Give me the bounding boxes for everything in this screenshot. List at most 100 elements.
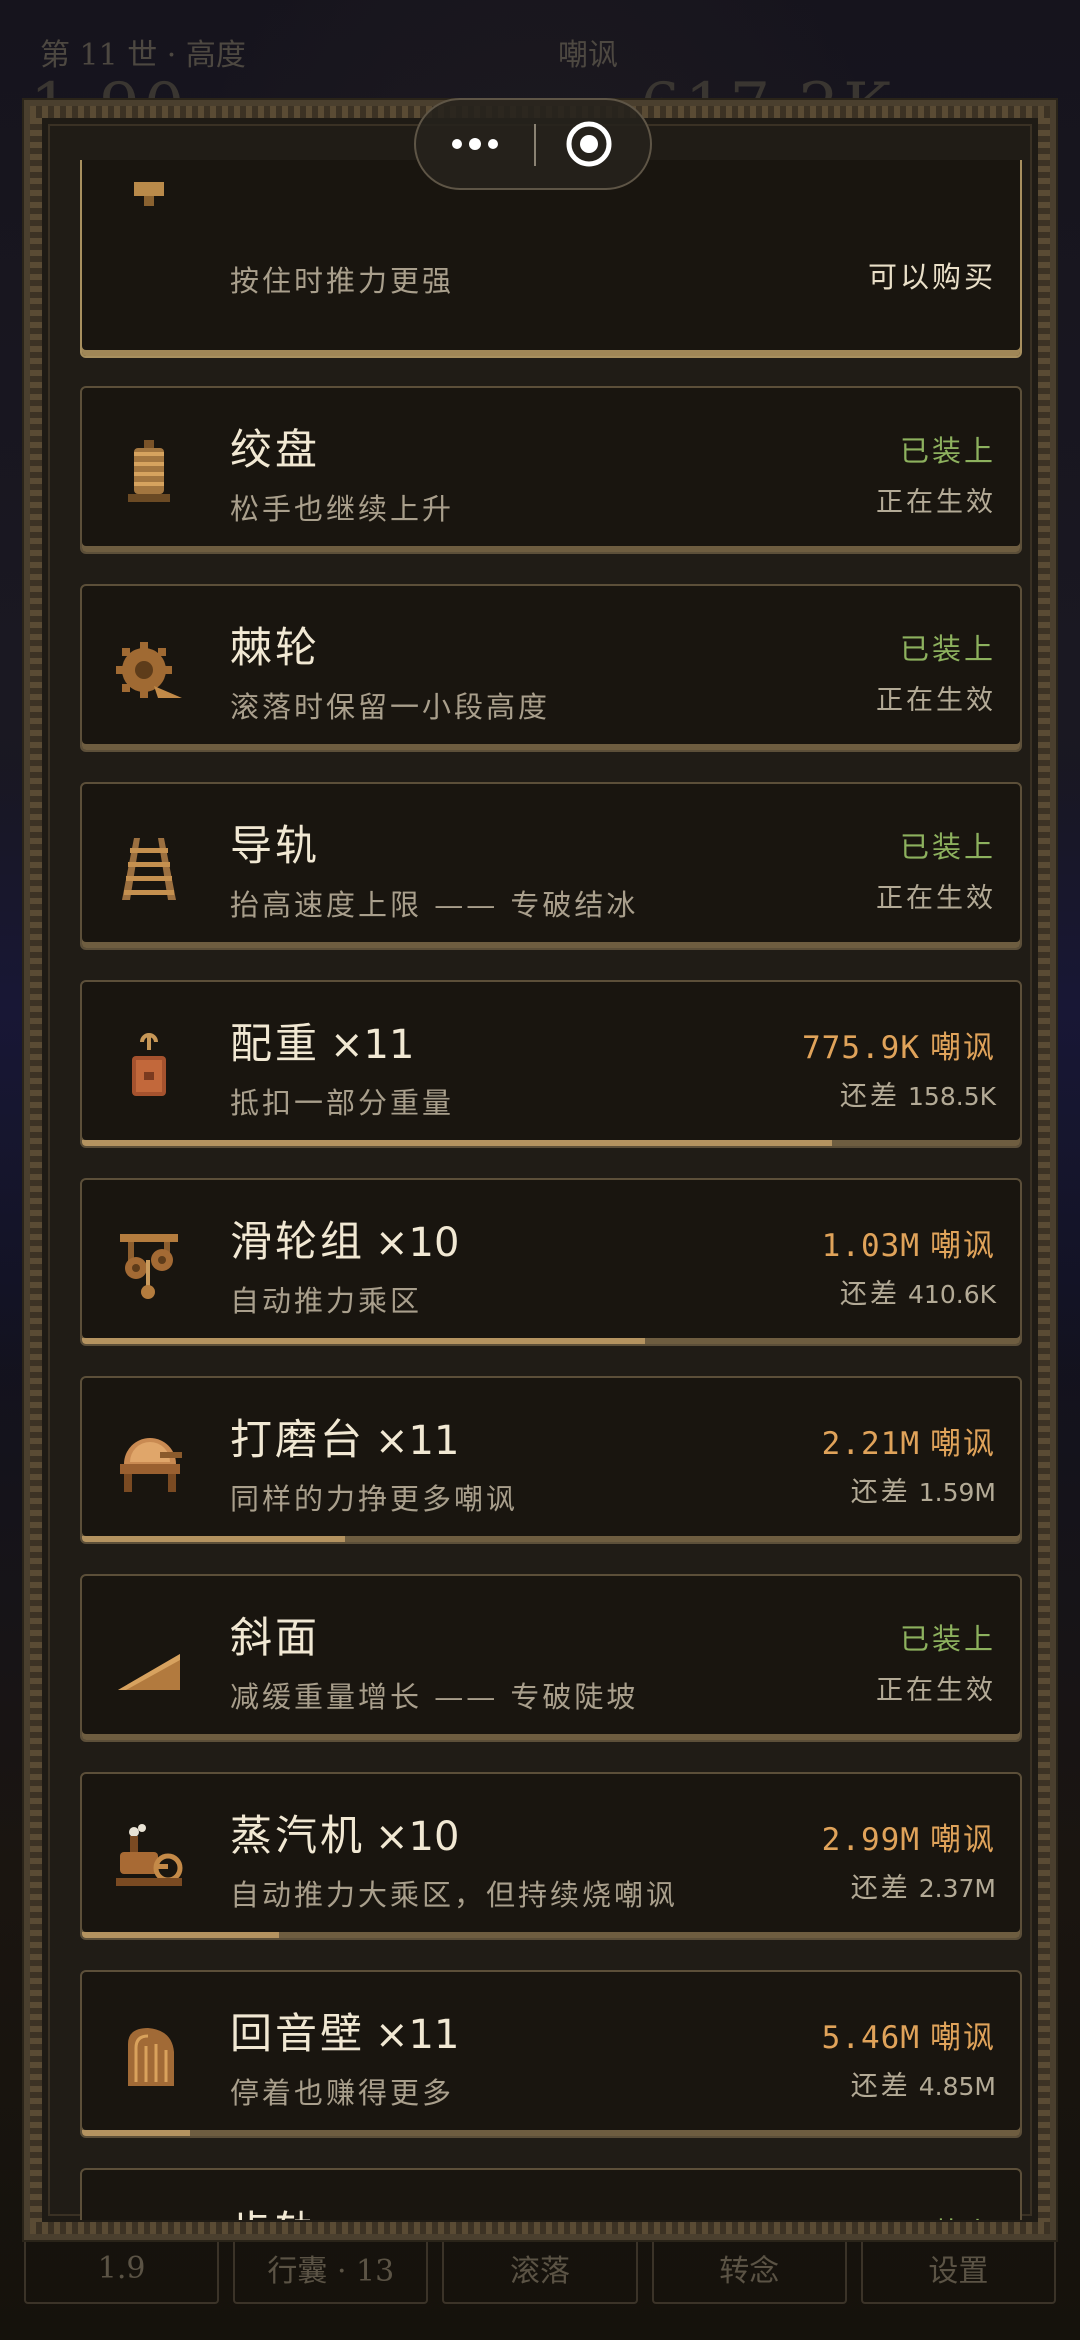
upgrade-title: 绞盘	[230, 416, 320, 477]
equipped-status: 已装上	[899, 434, 996, 468]
upgrade-desc: 滚落时保留一小段高度	[230, 690, 551, 724]
shortfall: 还差 1.59M	[851, 1470, 996, 1509]
upgrade-name: 配重	[230, 1019, 321, 1068]
price-unit: 嘲讽	[930, 1228, 996, 1264]
upgrade-title: 齿轨	[230, 2198, 320, 2220]
upgrade-desc: 减缓重量增长 —— 专破陡坡	[230, 1680, 639, 1714]
upgrade-card[interactable]: 滑轮组 ×10 自动推力乘区 1.03M 嘲讽还差 410.6K	[80, 1178, 1022, 1346]
upgrade-desc: 停着也赚得更多	[230, 2076, 455, 2110]
upgrade-desc: 抵扣一部分重量	[230, 1086, 455, 1120]
steam-engine-icon	[116, 1824, 183, 1886]
shortfall-label: 还差	[840, 1081, 901, 1112]
effect-status: 正在生效	[876, 883, 996, 914]
upgrade-count: ×11	[375, 2012, 460, 2058]
upgrade-name: 回音壁	[230, 2009, 366, 2058]
upgrade-title: 斜面	[230, 1604, 320, 1665]
price-unit: 嘲讽	[930, 1030, 996, 1066]
price-unit: 嘲讽	[930, 2020, 996, 2056]
equipped-status: 已装上	[900, 2210, 996, 2220]
price-value: 5.46M	[821, 2020, 920, 2056]
upgrade-title: 蒸汽机 ×10	[230, 1802, 459, 1863]
upgrade-card[interactable]: 棘轮滚落时保留一小段高度 已装上正在生效	[80, 584, 1022, 752]
upgrade-price: 1.03M 嘲讽	[822, 1220, 996, 1265]
shortfall: 还差 4.85M	[851, 2064, 996, 2103]
background-hud: 第 11 世 · 高度 嘲讽	[40, 30, 1040, 74]
upgrade-title: 打磨台 ×11	[230, 1406, 459, 1467]
progress-bar	[82, 1140, 833, 1146]
shortfall-value: 2.37M	[918, 1874, 996, 1903]
more-dots-icon[interactable]	[416, 100, 534, 188]
upgrade-name: 绞盘	[230, 425, 321, 474]
upgrade-card[interactable]: 回音壁 ×11 停着也赚得更多 5.46M 嘲讽 还差 4.85M	[80, 1970, 1022, 2138]
generation-label: 第 11 世 · 高度	[40, 38, 246, 73]
upgrade-desc: 按住时推力更强	[230, 264, 455, 298]
upgrade-name: 蒸汽机	[230, 1811, 366, 1860]
price-value: 2.99M	[821, 1822, 920, 1858]
effect-status: 正在生效	[876, 487, 996, 518]
press-icon	[134, 182, 164, 206]
upgrade-desc: 抬高速度上限 —— 专破结冰	[230, 888, 639, 922]
upgrade-name: 棘轮	[230, 623, 321, 672]
shortfall-value: 410.6K	[908, 1280, 996, 1309]
miniprogram-capsule	[414, 98, 652, 190]
winch-icon	[128, 440, 170, 502]
upgrade-desc: 自动推力大乘区，但持续烧嘲讽	[230, 1878, 679, 1912]
upgrade-title: 配重 ×11	[230, 1010, 414, 1071]
shortfall-label: 还差	[850, 1873, 911, 1904]
rail-icon	[122, 838, 176, 900]
shortfall-label: 还差	[850, 2071, 911, 2102]
shortfall: 还差 158.5K	[840, 1074, 996, 1113]
upgrade-card[interactable]: 齿轨自动推力不再受段落性质影响已装上正在生效	[80, 2168, 1022, 2220]
upgrade-count: ×10	[375, 1814, 460, 1860]
upgrade-desc: 自动推力乘区	[230, 1284, 423, 1318]
upgrade-price: 5.46M 嘲讽	[822, 2012, 996, 2057]
upgrade-card[interactable]: 打磨台 ×11 同样的力挣更多嘲讽 2.21M 嘲讽 还差 1.59M	[80, 1376, 1022, 1544]
counterweight-icon	[132, 1033, 166, 1096]
effect-status: 正在生效	[876, 1675, 996, 1706]
upgrade-card[interactable]: 蒸汽机 ×10 自动推力大乘区，但持续烧嘲讽 2.99M 嘲讽 还差 2.37M	[80, 1772, 1022, 1940]
equipped-status: 已装上	[899, 632, 996, 666]
upgrade-name: 导轨	[230, 821, 321, 870]
upgrade-title: 棘轮	[230, 614, 320, 675]
upgrade-name: 滑轮组	[230, 1217, 366, 1266]
upgrade-desc: 同样的力挣更多嘲讽	[230, 1482, 519, 1516]
upgrade-price: 775.9K 嘲讽	[802, 1022, 996, 1067]
upgrade-title: 滑轮组 ×10	[230, 1208, 459, 1269]
upgrade-card[interactable]: 导轨抬高速度上限 —— 专破结冰 已装上正在生效	[80, 782, 1022, 950]
upgrade-desc: 松手也继续上升	[230, 492, 455, 526]
upgrade-title: 导轨	[230, 812, 320, 873]
shortfall-value: 1.59M	[918, 1478, 996, 1507]
progress-bar	[82, 2130, 190, 2136]
target-icon[interactable]	[564, 119, 614, 169]
upgrade-name: 齿轨	[230, 2207, 320, 2220]
ratchet-icon	[116, 642, 182, 698]
upgrade-card[interactable]: 配重 ×11 抵扣一部分重量 775.9K 嘲讽 还差 158.5K	[80, 980, 1022, 1148]
upgrade-card[interactable]: 斜面减缓重量增长 —— 专破陡坡 已装上正在生效	[80, 1574, 1022, 1742]
effect-status: 正在生效	[876, 685, 996, 716]
price-value: 775.9K	[802, 1030, 920, 1066]
upgrade-count: ×10	[375, 1220, 460, 1266]
shortfall-value: 4.85M	[918, 2072, 996, 2101]
price-unit: 嘲讽	[930, 1426, 996, 1462]
shortfall: 还差 410.6K	[840, 1272, 996, 1311]
upgrade-title: 回音壁 ×11	[230, 2000, 459, 2061]
upgrade-cards: 按住时推力更强 可以购买 绞盘 松手也继续上升 已装上 正在生效 棘轮 滚落时保留一小段高度已…	[22, 160, 1062, 2220]
upgrade-count: ×11	[330, 1022, 415, 1068]
upgrade-name: 打磨台	[230, 1415, 366, 1464]
upgrade-card[interactable]: 绞盘松手也继续上升 已装上正在生效	[80, 386, 1022, 554]
shortfall-label: 还差	[850, 1477, 911, 1508]
progress-bar	[82, 1932, 279, 1938]
upgrade-price: 2.99M 嘲讽	[822, 1814, 996, 1859]
equipped-status: 已装上	[899, 1622, 996, 1656]
price-unit: 嘲讽	[930, 1822, 996, 1858]
ramp-icon	[118, 1654, 180, 1690]
shortfall: 还差 2.37M	[851, 1866, 996, 1905]
progress-bar	[82, 1536, 345, 1542]
upgrade-count: ×11	[375, 1418, 460, 1464]
capsule-divider	[534, 124, 536, 166]
upgrade-name: 斜面	[230, 1613, 321, 1662]
equipped-status: 已装上	[899, 830, 996, 864]
shortfall-value: 158.5K	[908, 1082, 996, 1111]
echo-wall-icon	[128, 2028, 174, 2086]
price-value: 2.21M	[821, 1426, 920, 1462]
